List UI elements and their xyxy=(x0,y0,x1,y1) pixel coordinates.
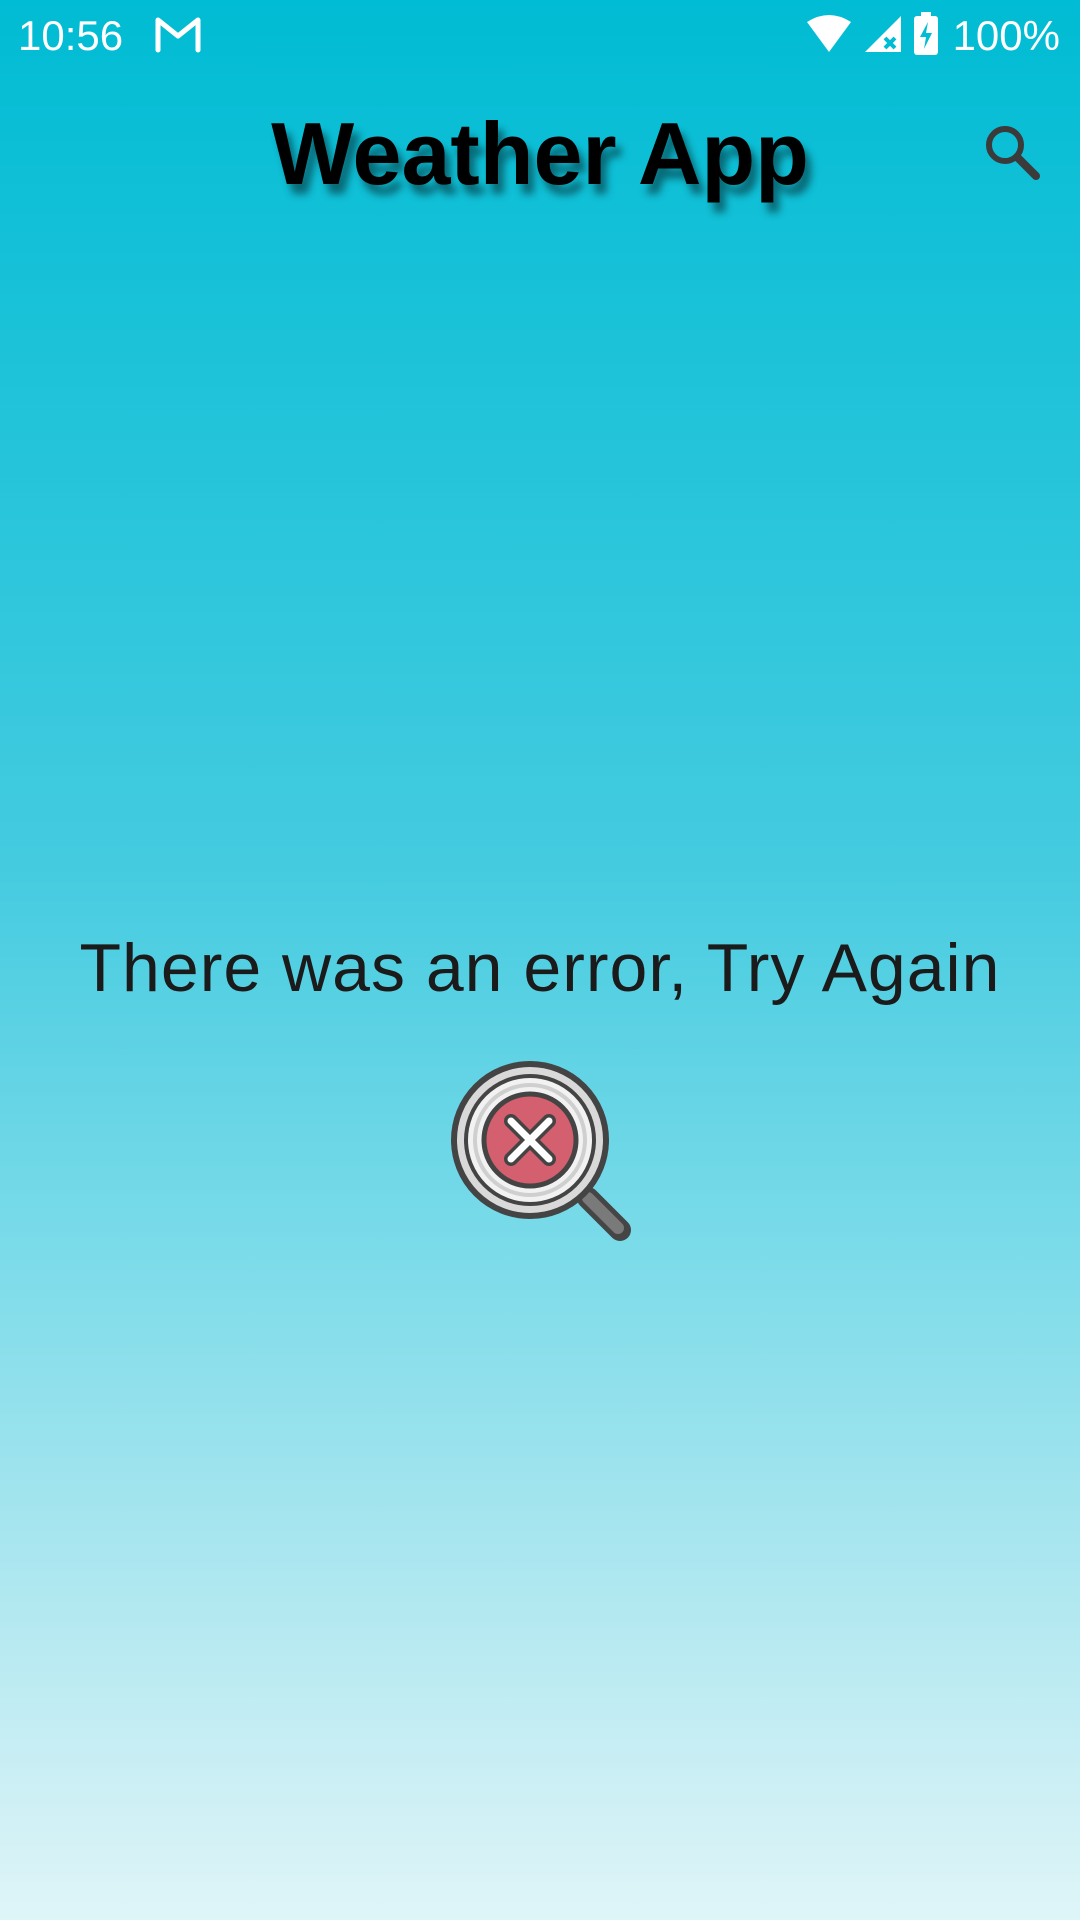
error-message: There was an error, Try Again xyxy=(79,930,1001,1006)
search-error-icon xyxy=(448,1058,634,1244)
gmail-icon xyxy=(154,14,202,54)
wifi-icon xyxy=(805,14,853,59)
search-button[interactable] xyxy=(974,116,1050,192)
status-bar: 10:56 100% xyxy=(0,0,1080,72)
app-title: Weather App xyxy=(271,104,809,203)
battery-charging-icon xyxy=(913,11,939,61)
status-time: 10:56 xyxy=(18,12,124,59)
app-bar: Weather App xyxy=(0,72,1080,240)
search-icon xyxy=(982,122,1042,187)
cell-signal-icon xyxy=(863,14,903,59)
battery-percent: 100% xyxy=(952,12,1060,59)
status-icons: 100% xyxy=(805,10,1060,62)
